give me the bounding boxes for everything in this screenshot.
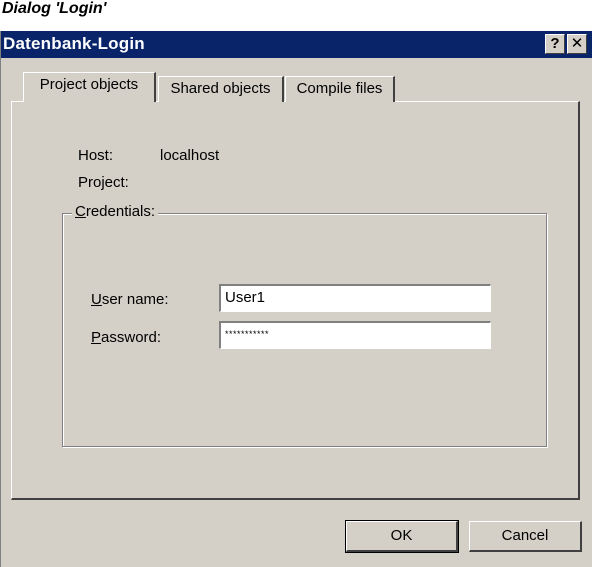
tab-label: Shared objects <box>170 80 271 97</box>
close-icon: ✕ <box>570 35 584 52</box>
credentials-legend: Credentials: <box>72 203 159 220</box>
ok-button[interactable]: OK <box>345 520 459 553</box>
project-label: Project: <box>78 174 129 191</box>
password-label: Password: <box>91 329 162 346</box>
cancel-button[interactable]: Cancel <box>469 521 582 552</box>
user-name-label: User name: <box>91 291 169 308</box>
tab-shared-objects[interactable]: Shared objects <box>158 76 284 102</box>
tab-label: Compile files <box>296 80 383 97</box>
dialog-caption: Dialog 'Login' <box>2 0 107 17</box>
password-input[interactable]: *********** <box>219 321 491 349</box>
host-label: Host: <box>78 147 114 164</box>
title-bar[interactable]: Datenbank-Login ? ✕ <box>1 31 592 58</box>
user-name-input[interactable]: User1 <box>219 284 491 312</box>
tab-project-objects[interactable]: Project objects <box>23 72 156 102</box>
close-button[interactable]: ✕ <box>567 34 587 54</box>
help-button[interactable]: ? <box>545 34 565 54</box>
window-title: Datenbank-Login <box>3 34 145 53</box>
tab-label: Project objects <box>39 76 139 93</box>
tab-compile-files[interactable]: Compile files <box>285 76 395 102</box>
host-value: localhost <box>160 147 220 164</box>
